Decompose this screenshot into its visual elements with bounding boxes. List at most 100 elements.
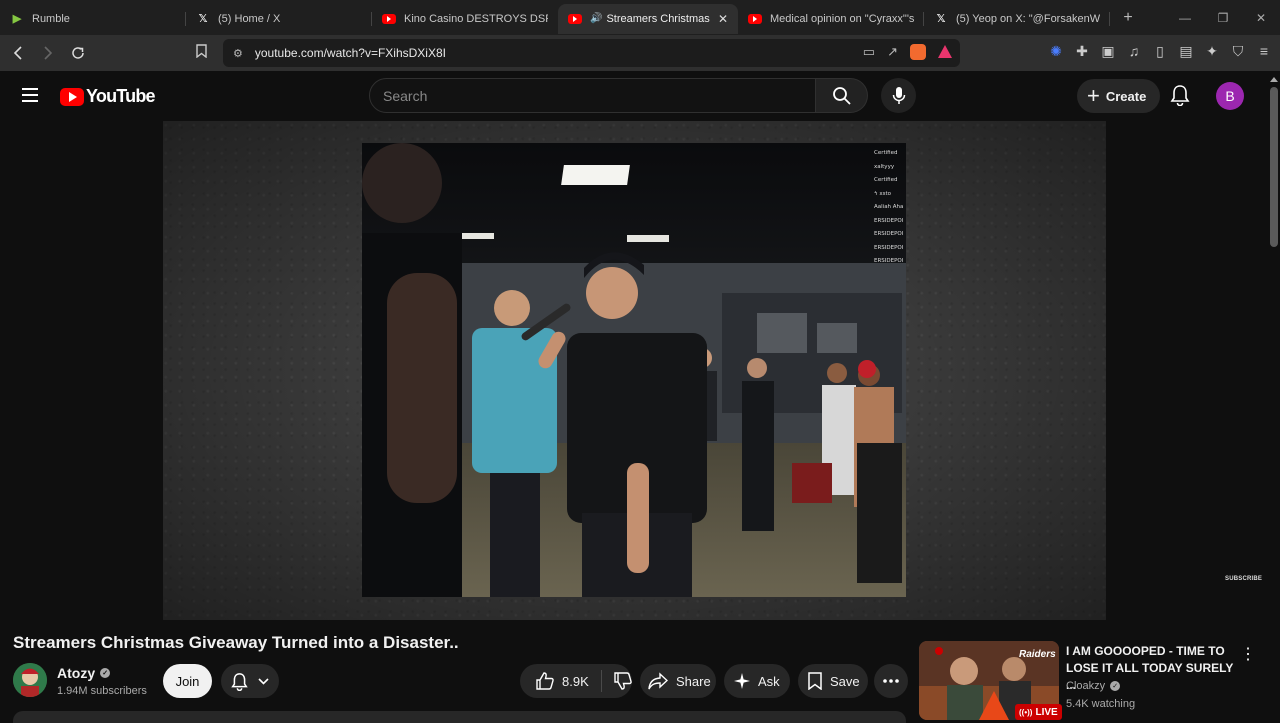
chat-line: Certified bbox=[874, 150, 898, 156]
share-label: Share bbox=[676, 673, 711, 689]
thumbnail-text: Raiders bbox=[1019, 649, 1056, 660]
restore-icon[interactable]: ❐ bbox=[1204, 11, 1242, 25]
dislike-button[interactable] bbox=[602, 672, 632, 690]
search-input[interactable] bbox=[383, 87, 815, 104]
browser-tab-streamers-christmas[interactable]: 🔊 Streamers Christmas Give ✕ bbox=[558, 3, 738, 34]
search-icon bbox=[832, 86, 851, 105]
share-page-icon[interactable]: ↗ bbox=[887, 44, 898, 60]
speaker-icon[interactable]: 🔊 bbox=[590, 13, 602, 24]
thumbs-down-icon bbox=[614, 672, 632, 690]
minimize-icon[interactable]: — bbox=[1166, 11, 1204, 25]
browser-tab-rumble[interactable]: ▶ Rumble bbox=[0, 4, 186, 34]
screenshot-icon[interactable]: ▣ bbox=[1100, 43, 1116, 60]
page-scrollbar[interactable] bbox=[1268, 71, 1280, 720]
extensions-puzzle-icon[interactable]: ✚ bbox=[1074, 43, 1090, 60]
thumbs-up-icon bbox=[536, 672, 554, 690]
create-button[interactable]: + Create bbox=[1077, 79, 1161, 113]
brave-shields-icon[interactable] bbox=[910, 44, 926, 60]
bell-icon bbox=[1170, 85, 1190, 107]
browser-tab-x-home[interactable]: 𝕏 (5) Home / X bbox=[186, 4, 372, 34]
sparkle-icon bbox=[734, 673, 750, 689]
bookmark-icon bbox=[808, 672, 822, 690]
account-avatar[interactable]: B bbox=[1216, 82, 1244, 110]
media-music-icon[interactable]: ♫ bbox=[1126, 43, 1142, 60]
description-box[interactable] bbox=[13, 711, 906, 723]
recommended-channel-name: Cloakzy bbox=[1066, 680, 1106, 692]
video-title: Streamers Christmas Giveaway Turned into… bbox=[13, 633, 459, 652]
cast-icon[interactable]: ▭ bbox=[863, 44, 875, 60]
verified-icon: ✓ bbox=[1110, 681, 1121, 691]
rumble-icon: ▶ bbox=[12, 13, 22, 25]
leo-ai-icon[interactable]: ✦ bbox=[1204, 43, 1220, 60]
address-bar[interactable]: ⚙ youtube.com/watch?v=FXihsDXiX8I ▭ ↗ bbox=[223, 39, 960, 67]
recommended-viewers: 5.4K watching bbox=[1066, 698, 1136, 710]
like-button[interactable]: 8.9K bbox=[520, 670, 602, 692]
back-icon[interactable] bbox=[5, 41, 30, 66]
youtube-icon bbox=[568, 13, 582, 24]
chat-line: Aaliah Aha bbox=[874, 204, 904, 210]
scroll-up-icon[interactable] bbox=[1270, 77, 1278, 82]
browser-tab-medical-opinion[interactable]: Medical opinion on "Cyraxx"'s n bbox=[738, 4, 924, 34]
live-badge-label: LIVE bbox=[1035, 706, 1058, 718]
browser-tab-strip: ▶ Rumble 𝕏 (5) Home / X Kino Casino DEST… bbox=[0, 0, 1280, 35]
create-label: Create bbox=[1105, 88, 1147, 104]
microphone-icon bbox=[892, 86, 905, 104]
chat-line: Certified bbox=[874, 177, 898, 183]
browser-tab-yeop-on-x[interactable]: 𝕏 (5) Yeop on X: "@ForsakenWan bbox=[924, 4, 1110, 34]
address-url: youtube.com/watch?v=FXihsDXiX8I bbox=[254, 46, 446, 60]
scrollbar-thumb[interactable] bbox=[1270, 87, 1278, 247]
video-player[interactable]: Certified xaltyyy Certified ϟ xsto Aalia… bbox=[163, 121, 1262, 620]
vpn-icon[interactable]: ⛉ bbox=[1230, 43, 1246, 60]
youtube-logo[interactable]: YouTube bbox=[60, 86, 156, 107]
close-window-icon[interactable]: ✕ bbox=[1242, 11, 1280, 25]
wallet-icon[interactable]: ▤ bbox=[1178, 43, 1194, 60]
more-horizontal-icon bbox=[883, 679, 899, 683]
x-icon: 𝕏 bbox=[936, 12, 946, 25]
browser-toolbar: ⚙ youtube.com/watch?v=FXihsDXiX8I ▭ ↗ ✺ … bbox=[0, 35, 1280, 71]
bookmark-icon[interactable] bbox=[196, 44, 207, 61]
forward-icon[interactable] bbox=[35, 41, 60, 66]
subscribe-watermark[interactable]: SUBSCRIBE bbox=[1225, 576, 1262, 582]
bell-icon bbox=[231, 672, 248, 691]
voice-search-button[interactable] bbox=[881, 78, 916, 113]
extension-shield-icon[interactable]: ✺ bbox=[1048, 43, 1064, 60]
tab-title: Rumble bbox=[32, 12, 70, 25]
join-button[interactable]: Join bbox=[163, 664, 212, 698]
tab-title: (5) Yeop on X: "@ForsakenWan bbox=[956, 12, 1100, 25]
extension-toolbar: ✺ ✚ ▣ ♫ ▯ ▤ ✦ ⛉ ≡ bbox=[1048, 43, 1272, 60]
youtube-masthead: YouTube + Create B bbox=[0, 71, 1268, 121]
share-icon bbox=[648, 672, 668, 690]
like-dislike-group: 8.9K bbox=[520, 664, 632, 698]
sidebar-icon[interactable]: ▯ bbox=[1152, 43, 1168, 60]
youtube-icon bbox=[748, 13, 762, 24]
verified-icon: ✓ bbox=[100, 668, 111, 678]
tab-title: (5) Home / X bbox=[218, 12, 281, 25]
more-actions-button[interactable] bbox=[874, 664, 908, 698]
chat-line: ERSIDEPOI bbox=[874, 258, 904, 264]
youtube-wordmark: YouTube bbox=[86, 86, 156, 106]
guide-menu-icon[interactable] bbox=[22, 88, 38, 102]
tab-title: Medical opinion on "Cyraxx"'s n bbox=[770, 12, 914, 25]
share-button[interactable]: Share bbox=[640, 664, 716, 698]
tab-separator bbox=[1109, 11, 1110, 26]
notification-preference-button[interactable] bbox=[221, 664, 279, 698]
channel-name-text: Atozy bbox=[57, 665, 96, 681]
address-bar-actions: ▭ ↗ bbox=[863, 44, 952, 60]
chat-line: ERSIDEPOI bbox=[874, 231, 904, 237]
recommended-channel[interactable]: Cloakzy ✓ bbox=[1066, 680, 1121, 692]
live-badge: ((•)) LIVE bbox=[1015, 704, 1062, 720]
close-icon[interactable]: ✕ bbox=[718, 12, 728, 26]
search-button[interactable] bbox=[816, 78, 868, 113]
site-settings-icon[interactable]: ⚙ bbox=[233, 47, 243, 60]
channel-name[interactable]: Atozy ✓ bbox=[57, 665, 111, 681]
menu-icon[interactable]: ≡ bbox=[1256, 43, 1272, 60]
reload-icon[interactable] bbox=[65, 41, 90, 66]
channel-avatar[interactable] bbox=[13, 663, 47, 697]
ask-button[interactable]: Ask bbox=[724, 664, 790, 698]
browser-tab-kino-casino[interactable]: Kino Casino DESTROYS DSP aga bbox=[372, 4, 558, 34]
more-vertical-icon[interactable]: ⋮ bbox=[1240, 644, 1256, 664]
notifications-button[interactable] bbox=[1170, 84, 1190, 111]
save-button[interactable]: Save bbox=[798, 664, 868, 698]
new-tab-button[interactable]: + bbox=[1114, 9, 1142, 27]
brave-rewards-icon[interactable] bbox=[938, 45, 952, 58]
